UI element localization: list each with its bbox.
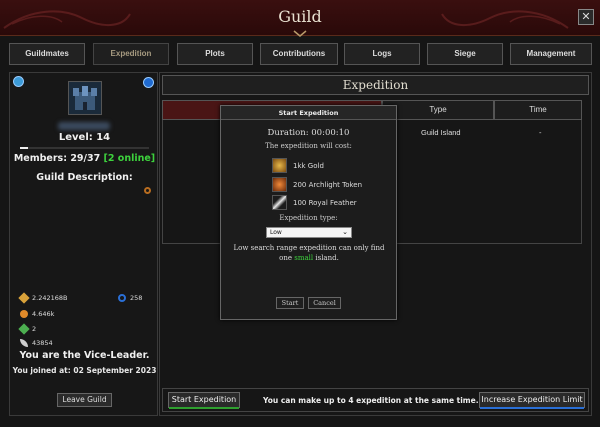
row-type: Guild Island [421, 128, 461, 137]
column-time: Time [494, 100, 582, 120]
guild-emblem [68, 81, 102, 115]
xp-bar [20, 147, 149, 149]
leave-guild-button[interactable]: Leave Guild [57, 393, 112, 407]
gold-icon [18, 292, 30, 304]
guild-level: Level: 14 [58, 132, 111, 143]
members-count: Members: 29/37 [2 online] [13, 153, 156, 164]
token-icon [20, 310, 28, 318]
castle-icon [73, 86, 97, 110]
tab-contributions[interactable]: Contributions [260, 43, 338, 65]
expedition-limit-text: You can make up to 4 expedition at the s… [263, 396, 479, 405]
online-count: [2 online] [103, 153, 156, 164]
window-title: Guild [278, 7, 322, 26]
stat-gold: 2.242168B [18, 292, 67, 304]
tab-guildmates[interactable]: Guildmates [9, 43, 85, 65]
tab-logs[interactable]: Logs [344, 43, 420, 65]
tab-expedition[interactable]: Expedition [93, 43, 169, 65]
blue-ring-icon [118, 294, 126, 302]
stat-ring: 258 [118, 294, 142, 302]
dialog-cancel-button[interactable]: Cancel [308, 297, 341, 309]
guild-name-blurred [58, 122, 110, 130]
info-icon[interactable] [13, 76, 24, 87]
green-gem-icon [18, 323, 30, 335]
stat-token: 4.646k [20, 310, 54, 318]
chevron-down-icon: ⌄ [342, 228, 348, 236]
joined-date: You joined at: 02 September 2023 [12, 366, 157, 375]
tab-bar: Guildmates Expedition Plots Contribution… [9, 43, 592, 65]
expedition-header: Expedition [162, 75, 589, 95]
start-expedition-dialog: Start Expedition Duration: 00:00:10 The … [220, 105, 397, 320]
title-bar: Guild ✕ [0, 0, 600, 37]
role-text: You are the Vice-Leader. [19, 350, 150, 361]
start-expedition-button[interactable]: Start Expedition [168, 392, 240, 409]
cost-label: The expedition will cost: [265, 142, 352, 150]
row-time: - [539, 128, 542, 137]
tab-plots[interactable]: Plots [177, 43, 253, 65]
column-type: Type [382, 100, 494, 120]
archlight-token-icon [272, 177, 287, 192]
cost-royal-feather: 100 Royal Feather [272, 195, 357, 210]
duration-text: Duration: 00:00:10 [267, 128, 350, 138]
dialog-start-button[interactable]: Start [276, 297, 304, 309]
expedition-type-description: Low search range expedition can only fin… [233, 244, 385, 262]
edit-description-icon[interactable] [144, 187, 151, 194]
dialog-title: Start Expedition [221, 106, 396, 120]
stat-gem: 2 [18, 323, 36, 335]
royal-feather-icon [272, 195, 287, 210]
stat-feather: 43854 [20, 339, 53, 347]
guild-description-label: Guild Description: [36, 172, 133, 183]
increase-limit-button[interactable]: Increase Expedition Limit [479, 392, 585, 409]
expedition-type-label: Expedition type: [279, 214, 338, 222]
refresh-icon[interactable] [143, 77, 154, 88]
tab-management[interactable]: Management [510, 43, 592, 65]
guild-info-panel: Level: 14 Members: 29/37 [2 online] Guil… [9, 72, 158, 416]
feather-icon [20, 339, 28, 347]
close-button[interactable]: ✕ [578, 9, 594, 25]
cost-gold: 1kk Gold [272, 158, 324, 173]
gold-icon [272, 158, 287, 173]
cost-archlight-token: 200 Archlight Token [272, 177, 362, 192]
chevron-down-icon [293, 30, 307, 37]
expedition-footer: Start Expedition You can make up to 4 ex… [162, 388, 589, 412]
expedition-type-select[interactable]: Low ⌄ [266, 227, 352, 238]
tab-siege[interactable]: Siege [427, 43, 503, 65]
